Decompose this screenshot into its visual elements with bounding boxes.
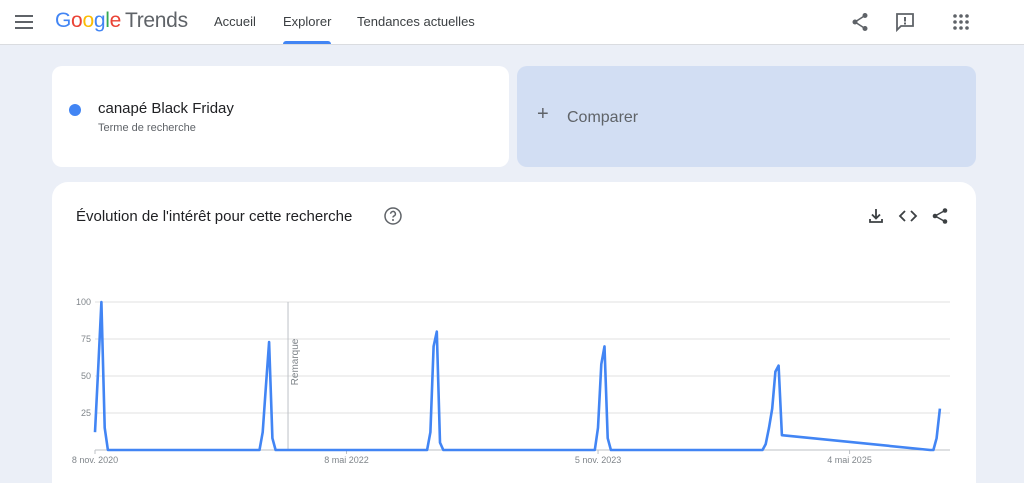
tab-accueil[interactable]: Accueil: [214, 14, 256, 29]
share-icon[interactable]: [848, 10, 872, 34]
y-tick-label: 50: [81, 371, 91, 381]
google-trends-logo[interactable]: Google Trends: [55, 9, 188, 33]
interest-over-time-panel: Évolution de l'intérêt pour cette recher…: [52, 182, 976, 483]
annotation-label: Remarque: [290, 338, 301, 385]
top-bar: Google Trends Accueil Explorer Tendances …: [0, 0, 1024, 45]
plus-icon: +: [537, 103, 549, 125]
interest-line-chart: Remarque 100 75 50 25 8 nov. 2020 8 mai 2022 5…: [72, 297, 950, 465]
x-tick-label: 8 mai 2022: [324, 455, 369, 465]
tab-explorer[interactable]: Explorer: [283, 14, 331, 29]
compare-button[interactable]: + Comparer: [517, 66, 976, 167]
active-tab-indicator: [283, 41, 331, 44]
search-term-card[interactable]: canapé Black Friday Terme de recherche: [52, 66, 509, 167]
tab-tendances-actuelles[interactable]: Tendances actuelles: [357, 14, 475, 29]
series-color-dot: [69, 104, 81, 116]
compare-label: Comparer: [567, 109, 639, 126]
menu-icon[interactable]: [12, 10, 36, 34]
y-tick-label: 75: [81, 334, 91, 344]
x-tick-label: 8 nov. 2020: [72, 455, 118, 465]
x-tick-label: 5 nov. 2023: [575, 455, 621, 465]
feedback-icon[interactable]: [893, 10, 917, 34]
search-term-label: canapé Black Friday: [98, 100, 234, 117]
y-tick-label: 100: [76, 297, 91, 307]
apps-grid-icon[interactable]: [949, 10, 973, 34]
x-tick-label: 4 mai 2025: [827, 455, 872, 465]
y-tick-label: 25: [81, 408, 91, 418]
search-term-type: Terme de recherche: [98, 122, 196, 134]
